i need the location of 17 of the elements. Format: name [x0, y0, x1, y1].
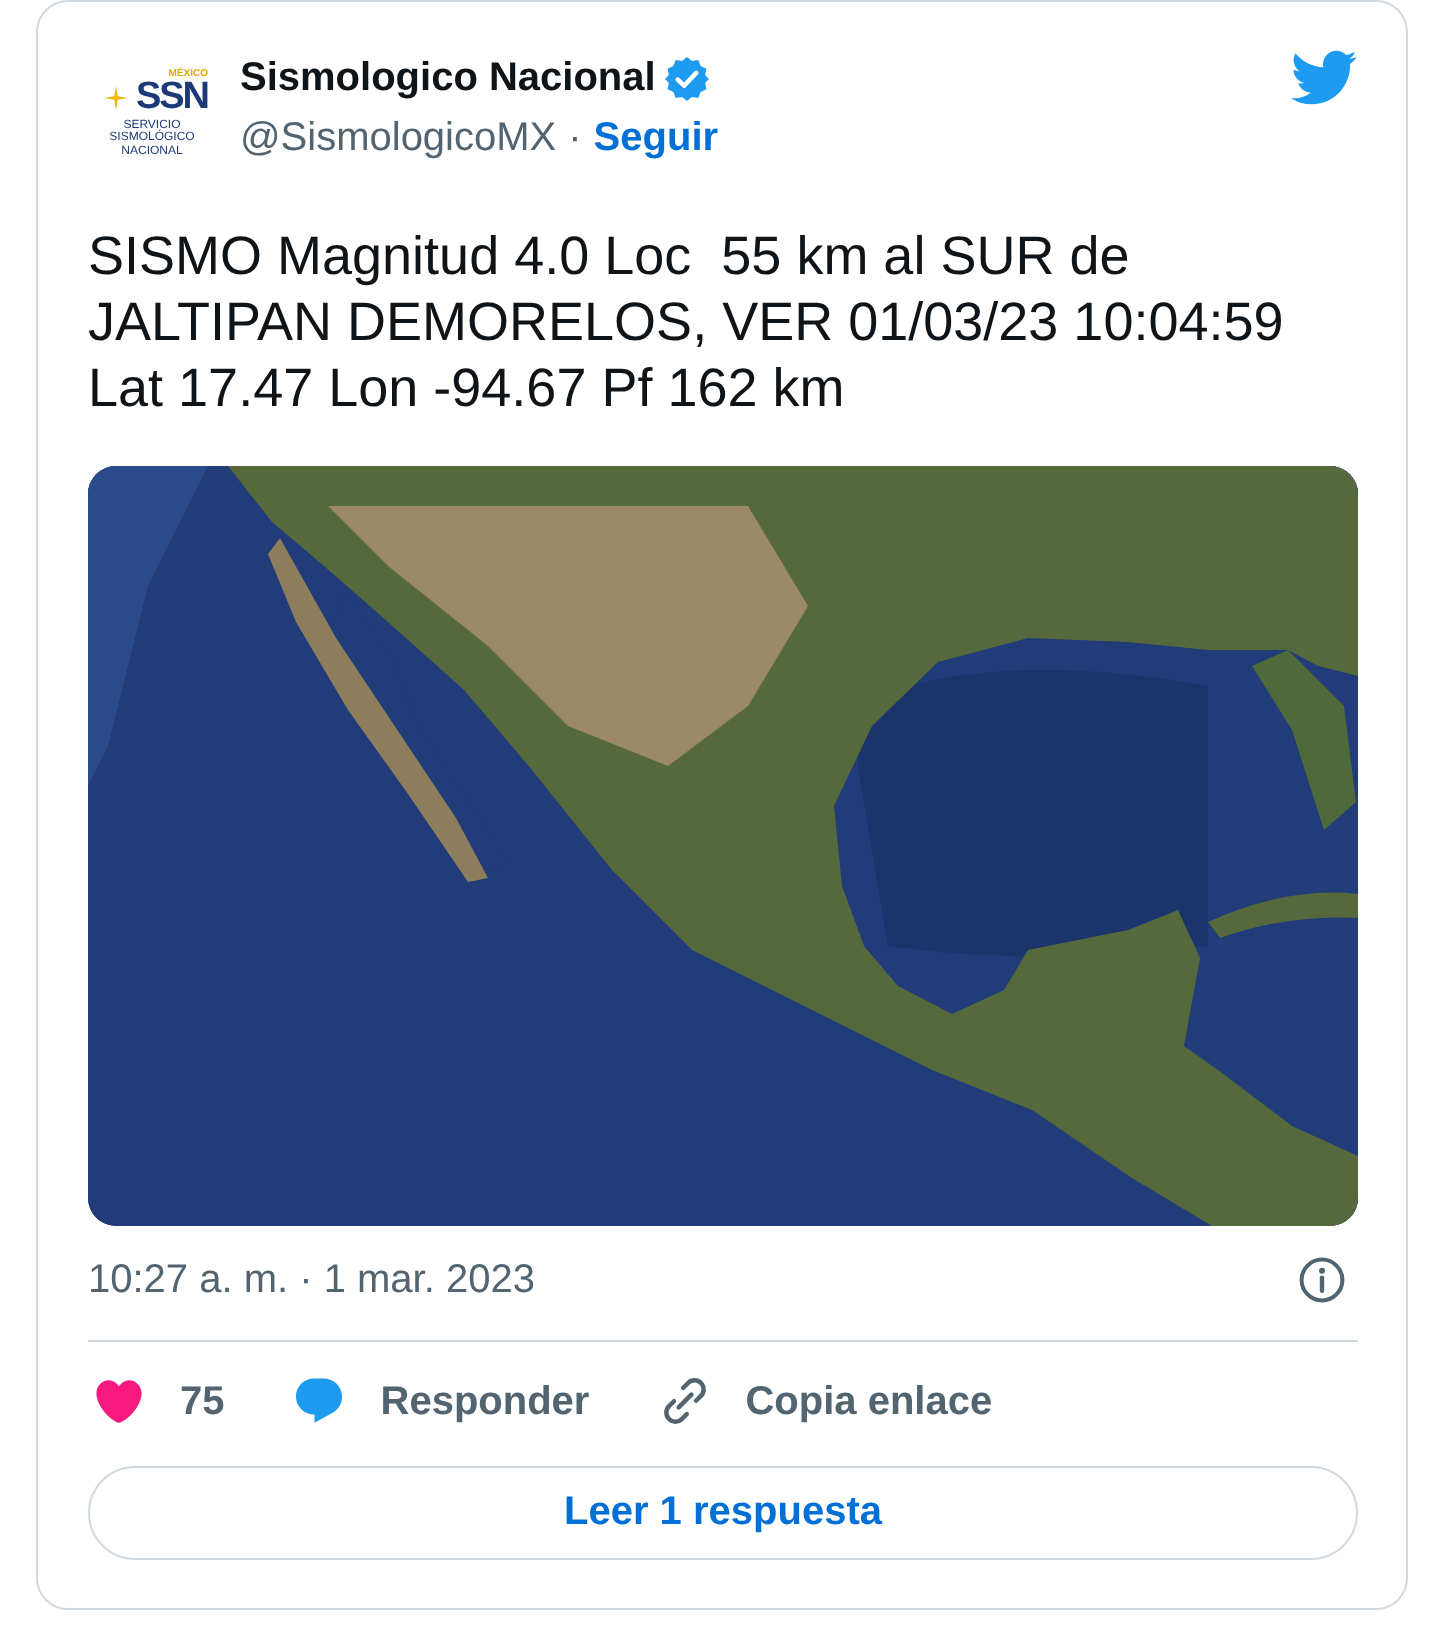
- account-handle[interactable]: @SismologicoMX: [240, 114, 557, 162]
- tweet-timestamp[interactable]: 10:27 a. m. · 1 mar. 2023: [88, 1256, 535, 1304]
- read-replies-button[interactable]: Leer 1 respuesta: [88, 1466, 1358, 1560]
- reply-button[interactable]: Responder: [292, 1374, 590, 1428]
- info-icon[interactable]: [1298, 1256, 1346, 1304]
- tweet-text: SISMO Magnitud 4.0 Loc 55 km al SUR de JALTIPAN DEMORELOS, VER 01/03/23 10:04:59 Lat 17.47 Lon -94.67 Pf 162 km: [88, 224, 1286, 422]
- speech-bubble-icon: [292, 1374, 347, 1428]
- heart-icon: [92, 1374, 146, 1428]
- follow-link[interactable]: Seguir: [593, 114, 719, 162]
- logo-text: SSN: [135, 79, 209, 116]
- like-button[interactable]: 75: [92, 1374, 225, 1428]
- separator-dot: ·: [568, 114, 582, 162]
- bird-icon[interactable]: [1288, 50, 1358, 108]
- sparkle-icon: [103, 86, 128, 111]
- account-name[interactable]: Sismologico Nacional: [240, 54, 656, 102]
- map-drawing[interactable]: [88, 466, 1358, 1226]
- copy-link-button[interactable]: Copia enlace: [657, 1374, 993, 1428]
